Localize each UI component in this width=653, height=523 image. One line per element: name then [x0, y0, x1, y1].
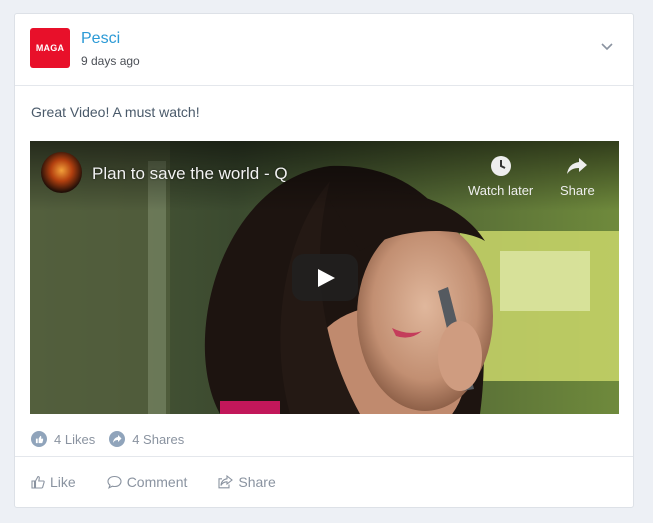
post-timestamp[interactable]: 9 days ago: [81, 54, 140, 68]
author-name[interactable]: Pesci: [81, 30, 120, 48]
share-button[interactable]: Share: [218, 474, 276, 490]
post-actions: Like Comment Share: [31, 474, 307, 490]
shares-count[interactable]: 4 Shares: [109, 431, 184, 447]
comment-icon: [107, 475, 122, 489]
thumbs-up-icon: [31, 475, 45, 489]
comment-button[interactable]: Comment: [107, 474, 188, 490]
share-icon: [218, 475, 234, 489]
avatar[interactable]: MAGA: [30, 28, 70, 68]
channel-avatar[interactable]: [41, 152, 82, 193]
watch-later-button[interactable]: Watch later: [468, 155, 533, 198]
share-icon: [109, 431, 126, 447]
clock-icon: [490, 156, 511, 176]
like-label: Like: [50, 474, 76, 490]
divider: [15, 456, 633, 457]
post-text: Great Video! A must watch!: [31, 104, 200, 120]
like-button[interactable]: Like: [31, 474, 76, 490]
post-card: MAGA Pesci 9 days ago Great Video! A mus…: [14, 13, 634, 508]
video-title[interactable]: Plan to save the world - Q: [92, 164, 288, 184]
play-button[interactable]: [292, 254, 358, 301]
likes-count[interactable]: 4 Likes: [31, 431, 95, 447]
play-icon: [318, 269, 335, 287]
video-player[interactable]: Plan to save the world - Q Watch later S…: [30, 141, 619, 414]
comment-label: Comment: [126, 474, 188, 490]
share-arrow-icon: [567, 158, 588, 174]
thumbs-up-icon: [31, 431, 47, 447]
post-stats: 4 Likes 4 Shares: [31, 431, 198, 447]
watch-later-label: Watch later: [468, 183, 534, 198]
chevron-down-icon[interactable]: [601, 42, 613, 52]
video-share-label: Share: [560, 183, 595, 198]
likes-label: 4 Likes: [54, 431, 96, 447]
shares-label: 4 Shares: [132, 431, 185, 447]
post-header: MAGA Pesci 9 days ago: [15, 14, 633, 86]
share-label: Share: [238, 474, 276, 490]
video-share-button[interactable]: Share: [560, 155, 595, 198]
